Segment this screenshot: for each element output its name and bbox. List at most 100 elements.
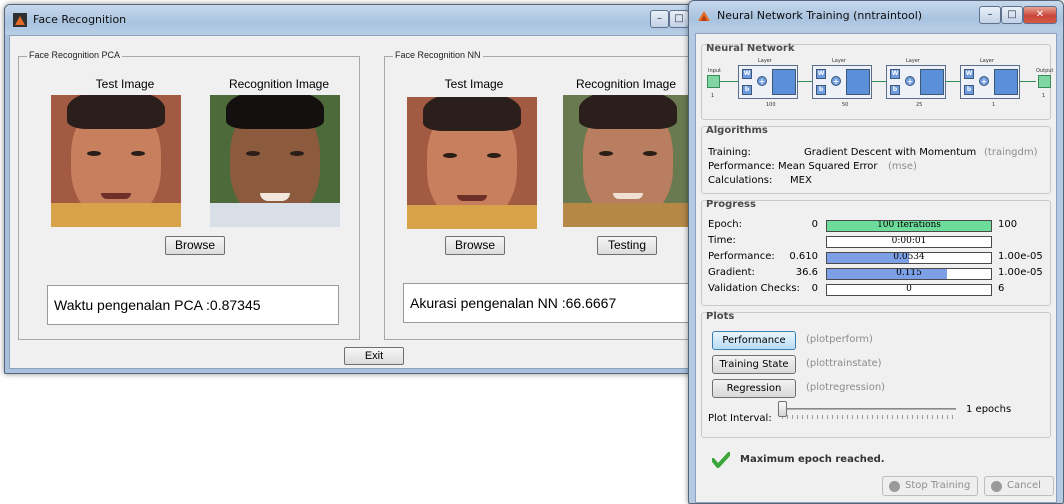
section-progress: Progress Epoch: 0 100 iterations 100 Time: 0:… <box>701 199 1051 306</box>
epoch-start: 0 <box>811 219 818 230</box>
exit-button[interactable]: Exit <box>344 347 404 365</box>
training-value: Gradient Descent with Momentum <box>804 147 977 158</box>
face-recognition-window: Face Recognition – □ Face Recognition PC… <box>4 4 694 374</box>
epoch-end: 100 <box>998 219 1018 230</box>
section-title: Plots <box>706 311 735 322</box>
maximize-button[interactable]: □ <box>1001 6 1023 24</box>
time-label: Time: <box>708 235 736 246</box>
connector <box>946 81 960 82</box>
plot-interval-track[interactable] <box>778 408 956 410</box>
stop-training-button[interactable]: Stop Training <box>882 476 978 496</box>
output-label: Output <box>1036 68 1054 74</box>
time-bar-text: 0:00:01 <box>891 236 927 246</box>
test-image-caption: Test Image <box>444 77 504 91</box>
section-plots: Plots Performance (plotperform) Training… <box>701 311 1051 438</box>
performance-bar: 0.0534 <box>826 252 992 264</box>
performance-plot-button[interactable]: Performance <box>712 331 796 350</box>
calculations-label: Calculations: <box>708 175 773 186</box>
layer-3-size: 25 <box>916 102 923 108</box>
weight-box: W <box>964 69 974 79</box>
connector <box>798 81 812 82</box>
bias-box: b <box>964 85 974 95</box>
training-code: (traingdm) <box>984 147 1038 158</box>
time-bar: 0:00:01 <box>826 236 992 248</box>
panel-pca-legend: Face Recognition PCA <box>27 50 123 60</box>
layer-2: W b + <box>812 65 872 99</box>
sum-node: + <box>757 76 767 86</box>
output-node <box>1038 75 1051 88</box>
plot-interval-slider[interactable] <box>778 401 787 417</box>
layer-4-size: 1 <box>992 102 996 108</box>
input-size: 1 <box>711 93 715 99</box>
regression-plot-fn: (plotregression) <box>806 382 886 393</box>
calculations-value: MEX <box>790 175 812 186</box>
output-size: 1 <box>1042 93 1046 99</box>
layer-3: W b + <box>886 65 946 99</box>
minimize-button[interactable]: – <box>650 10 669 28</box>
test-image <box>407 97 537 229</box>
performance-end: 1.00e-05 <box>998 251 1043 262</box>
weight-box: W <box>816 69 826 79</box>
status-message: Maximum epoch reached. <box>740 454 885 465</box>
bias-box: b <box>742 85 752 95</box>
transfer-box <box>846 69 870 95</box>
validation-checks-bar-text: 0 <box>906 284 912 294</box>
stop-icon <box>889 481 900 492</box>
weight-box: W <box>742 69 752 79</box>
performance-start: 0.610 <box>789 251 818 262</box>
recognition-image-caption: Recognition Image <box>228 77 330 91</box>
input-label: Input <box>708 68 721 74</box>
check-icon <box>712 452 730 468</box>
client-area: Face Recognition PCA Test Image Recognit… <box>9 35 693 369</box>
connector <box>1020 81 1036 82</box>
stop-training-label: Stop Training <box>905 480 971 491</box>
layer-1-label: Layer <box>758 58 772 64</box>
matlab-icon <box>13 13 27 27</box>
transfer-box <box>994 69 1018 95</box>
test-image <box>51 95 181 227</box>
bias-box: b <box>890 85 900 95</box>
recognition-image <box>210 95 340 227</box>
validation-checks-end: 6 <box>998 283 1005 294</box>
panel-nn: Face Recognition NN Test Image Recogniti… <box>384 50 693 340</box>
weight-box: W <box>890 69 900 79</box>
maximize-button[interactable]: □ <box>669 10 689 28</box>
gradient-label: Gradient: <box>708 267 755 278</box>
layer-1: W b + <box>738 65 798 99</box>
gradient-bar-text: 0.115 <box>896 268 922 278</box>
performance-label: Performance: <box>708 161 775 172</box>
epoch-bar: 100 iterations <box>826 220 992 232</box>
layer-2-label: Layer <box>832 58 846 64</box>
gradient-bar: 0.115 <box>826 268 992 280</box>
training-state-plot-button[interactable]: Training State <box>712 355 796 374</box>
layer-3-label: Layer <box>906 58 920 64</box>
performance-bar-text: 0.0534 <box>893 252 925 262</box>
pca-result-box: Waktu pengenalan PCA :0.87345 <box>47 285 339 325</box>
layer-1-size: 100 <box>766 102 776 108</box>
regression-plot-button[interactable]: Regression <box>712 379 796 398</box>
cancel-icon <box>991 481 1002 492</box>
sum-node: + <box>979 76 989 86</box>
window-title: Neural Network Training (nntraintool) <box>717 9 923 22</box>
layer-4: W b + <box>960 65 1020 99</box>
browse-button[interactable]: Browse <box>165 236 225 255</box>
connector <box>872 81 886 82</box>
minimize-button[interactable]: – <box>979 6 1001 24</box>
recognition-image <box>563 95 691 227</box>
network-diagram: Input 1 Layer W b + 100 Layer W b + 50 L… <box>702 45 1062 121</box>
section-title: Progress <box>706 199 756 210</box>
layer-4-label: Layer <box>980 58 994 64</box>
testing-button[interactable]: Testing <box>597 236 657 255</box>
epoch-label: Epoch: <box>708 219 742 230</box>
close-button[interactable]: ✕ <box>1023 6 1057 24</box>
plot-interval-label: Plot Interval: <box>708 413 772 424</box>
browse-button[interactable]: Browse <box>445 236 505 255</box>
layer-2-size: 50 <box>842 102 849 108</box>
matlab-icon <box>698 11 710 21</box>
title-bar[interactable]: Face Recognition – □ <box>5 5 693 35</box>
window-title: Face Recognition <box>33 13 127 26</box>
title-bar[interactable]: Neural Network Training (nntraintool) – … <box>689 1 1063 31</box>
nn-result-box: Akurasi pengenalan NN :66.6667 <box>403 283 693 323</box>
cancel-button[interactable]: Cancel <box>984 476 1054 496</box>
connector <box>720 81 738 82</box>
